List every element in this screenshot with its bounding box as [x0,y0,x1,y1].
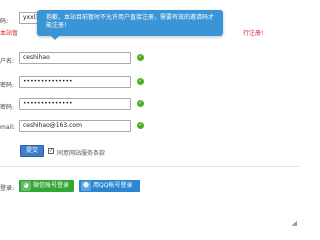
qq-login-label: 用QQ帐号登录 [93,182,133,189]
confirm-password-label: 密码: [0,104,15,111]
qq-login-button[interactable]: ☻ 用QQ帐号登录 [79,180,140,192]
checkbox-checked-icon[interactable]: ✓ [48,148,54,154]
email-label: mail: [0,124,15,131]
wechat-icon: ◕ [21,181,31,191]
password-label: 密码: [0,82,15,89]
check-circle-icon: ✓ [137,54,144,61]
check-circle-icon: ✓ [137,122,144,129]
submit-button[interactable]: 提交 [20,145,44,157]
qq-icon: ☻ [81,181,91,191]
resize-grip-icon[interactable]: ◢ [292,219,297,227]
confirm-password-input[interactable]: •••••••••••••• [19,98,131,110]
toast-message: 抱歉，本站目前暂时不允许用户直接注册，需要有效的邀请码才能注册！ [46,14,215,29]
wechat-login-label: 微信账号登录 [33,182,70,189]
check-circle-icon: ✓ [137,78,144,85]
agree-terms-label: 同意网站服务条款 [57,150,106,157]
password-input[interactable]: •••••••••••••• [19,76,131,88]
username-label: 户名: [0,58,15,65]
section-divider [0,166,300,167]
email-input[interactable]: ceshihao@163.com [19,120,131,132]
username-input[interactable]: ceshihao [19,52,131,64]
invite-only-toast: 抱歉，本站目前暂时不允许用户直接注册，需要有效的邀请码才能注册！ [37,10,223,40]
error-text-left: 本站暂 [0,30,19,37]
captcha-label: 码: [0,18,9,25]
social-login-label: 登录: [0,185,15,192]
error-text-right: 行注册! [243,30,264,37]
check-circle-icon: ✓ [137,100,144,107]
wechat-login-button[interactable]: ◕ 微信账号登录 [19,180,74,192]
